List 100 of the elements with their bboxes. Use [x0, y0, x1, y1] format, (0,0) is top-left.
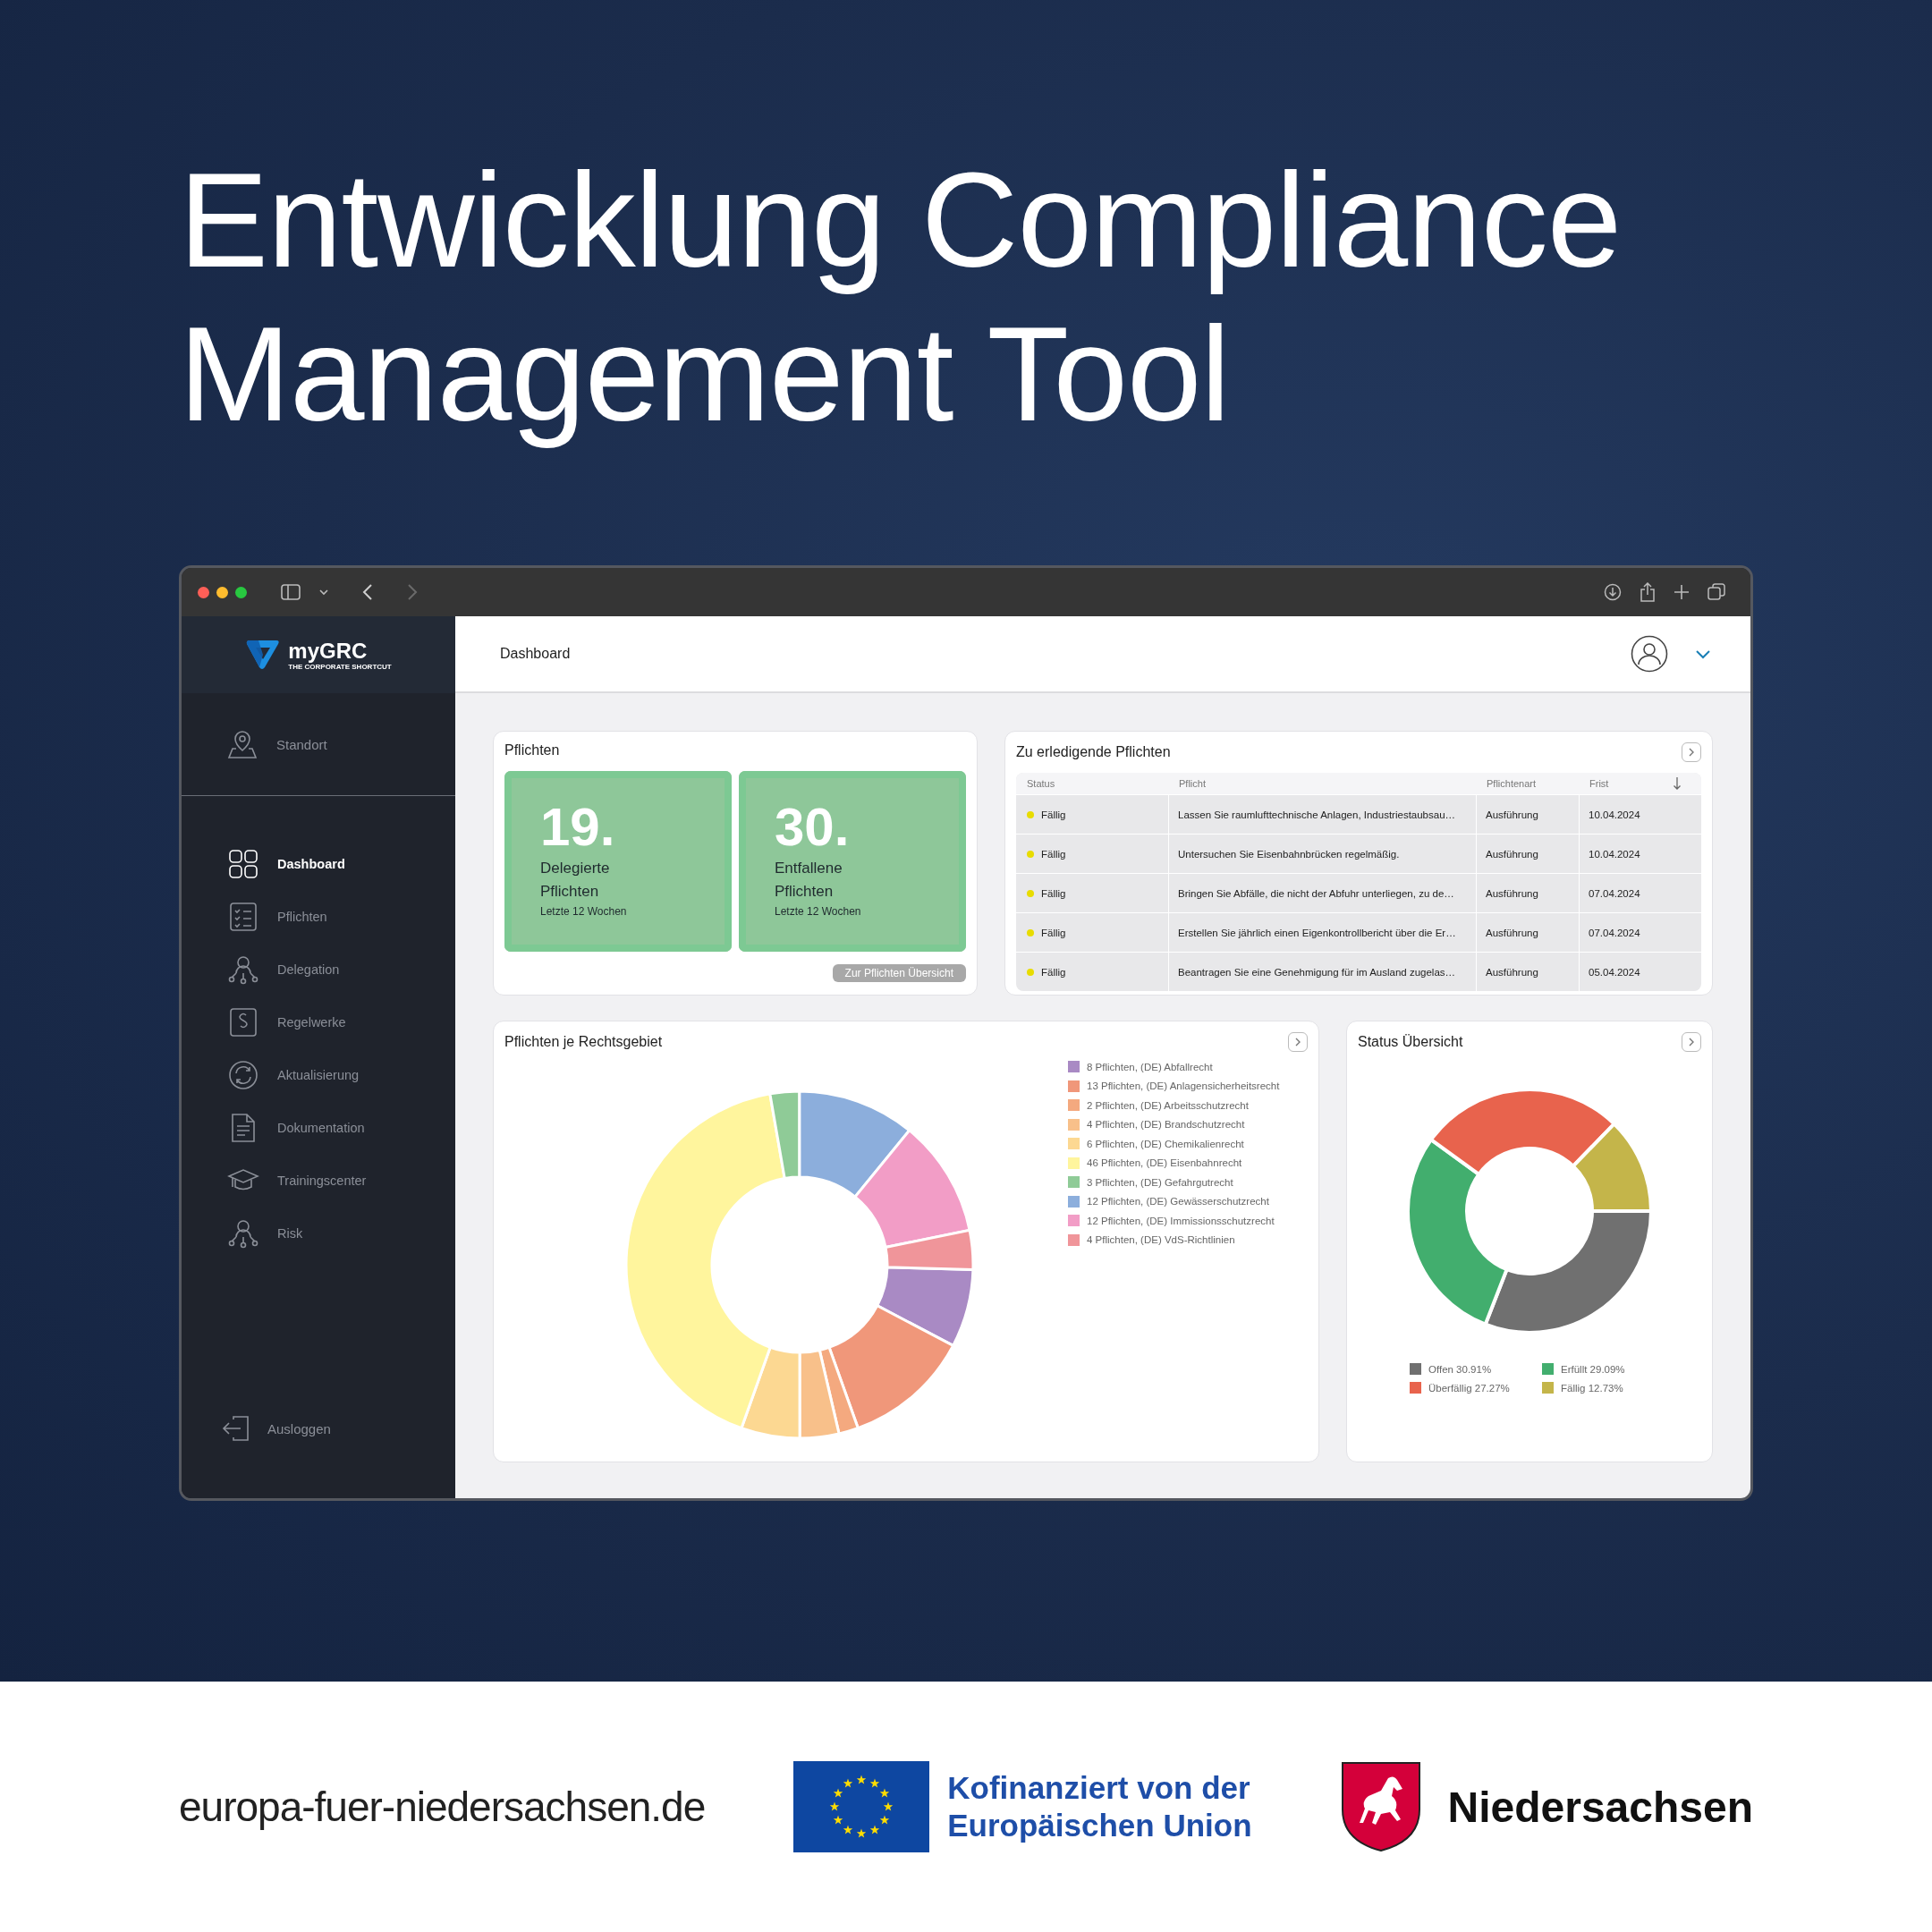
- legend-item[interactable]: Überfällig 27.27%: [1410, 1382, 1542, 1394]
- minimize-button[interactable]: [216, 586, 228, 598]
- chevron-down-icon[interactable]: [1695, 648, 1711, 659]
- eu-flag-icon: [793, 1761, 930, 1852]
- legend-item[interactable]: 4 Pflichten, (DE) Brandschutzrecht: [1068, 1118, 1280, 1131]
- legend-item[interactable]: 3 Pflichten, (DE) Gefahrgutrecht: [1068, 1176, 1280, 1188]
- back-icon[interactable]: [361, 583, 374, 601]
- chevron-right-icon: [1293, 1037, 1302, 1047]
- table-cell: 05.04.2024: [1579, 953, 1701, 991]
- cofunding-text: Europäischen Union: [947, 1807, 1252, 1844]
- stat-period: Letzte 12 Wochen: [775, 905, 861, 918]
- logo-tagline: THE CORPORATE SHORTCUT: [288, 662, 392, 671]
- table-cell: Beantragen Sie eine Genehmigung für im Ausland zugelas…: [1168, 953, 1476, 991]
- donut-slice: [884, 1228, 975, 1271]
- nav-item[interactable]: Regelwerke: [182, 996, 455, 1048]
- stat-number: 19.: [540, 801, 615, 853]
- column-header[interactable]: Status: [1016, 778, 1168, 789]
- nav-item[interactable]: Trainingscenter: [182, 1154, 455, 1207]
- legend-item[interactable]: 12 Pflichten, (DE) Immissionsschutzrecht: [1068, 1215, 1280, 1226]
- cofunding-text: Kofinanziert von der: [947, 1769, 1251, 1807]
- checklist-icon: [227, 900, 259, 933]
- close-button[interactable]: [198, 586, 209, 598]
- sort-arrow-icon[interactable]: [1673, 776, 1682, 791]
- logo-icon: [245, 639, 282, 671]
- stat-period: Letzte 12 Wochen: [540, 905, 627, 918]
- download-icon[interactable]: [1604, 583, 1622, 601]
- user-avatar-icon[interactable]: [1631, 635, 1668, 673]
- status-text: Fällig: [1041, 887, 1066, 899]
- stat-label: Delegierte Pflichten: [540, 859, 611, 902]
- legend-item[interactable]: Offen 30.91%: [1410, 1363, 1542, 1375]
- table-cell: Bringen Sie Abfälle, die nicht der Abfuhr unterliegen, zu de…: [1168, 874, 1476, 912]
- table-cell: 10.04.2024: [1579, 835, 1701, 873]
- status-dot: [1027, 928, 1034, 936]
- share-icon[interactable]: [1640, 582, 1656, 602]
- nav-item[interactable]: Delegation: [182, 943, 455, 996]
- table-row[interactable]: Fällig Untersuchen Sie Eisenbahnbrücken regelmäßig. Ausführung 10.04.2024: [1016, 834, 1701, 873]
- logout-item[interactable]: Ausloggen: [182, 1412, 455, 1445]
- table-row[interactable]: Fällig Beantragen Sie eine Genehmigung für im Ausland zugelas… Ausführung 05.04.2024: [1016, 952, 1701, 991]
- sidebar-toggle-icon[interactable]: [281, 584, 301, 600]
- paragraph-icon: [227, 1005, 259, 1038]
- card-title: Pflichten je Rechtsgebiet: [504, 1034, 663, 1050]
- table-cell: Ausführung: [1476, 874, 1579, 912]
- zoom-button[interactable]: [235, 586, 247, 598]
- nav-item[interactable]: Dokumentation: [182, 1101, 455, 1154]
- table-cell: Ausführung: [1476, 953, 1579, 991]
- table-cell: Lassen Sie raumlufttechnische Anlagen, Industriestaubsau…: [1168, 795, 1476, 834]
- table-cell: 07.04.2024: [1579, 874, 1701, 912]
- status-dot: [1027, 889, 1034, 897]
- table-row[interactable]: Fällig Bringen Sie Abfälle, die nicht der Abfuhr unterliegen, zu de… Ausführung 07.04.2024: [1016, 873, 1701, 912]
- card-title: Status Übersicht: [1358, 1034, 1463, 1050]
- headline: Management Tool: [179, 298, 1230, 451]
- table-cell: Untersuchen Sie Eisenbahnbrücken regelmäßig.: [1168, 835, 1476, 873]
- table-cell: Ausführung: [1476, 835, 1579, 873]
- status-dot: [1027, 968, 1034, 976]
- legend-item[interactable]: Fällig 12.73%: [1542, 1382, 1649, 1394]
- card-title: Zu erledigende Pflichten: [1016, 744, 1171, 760]
- status-text: Fällig: [1041, 809, 1066, 820]
- legend-item[interactable]: 2 Pflichten, (DE) Arbeitsschutzrecht: [1068, 1099, 1280, 1111]
- nav-item[interactable]: Dashboard: [182, 837, 455, 890]
- chevron-right-icon: [1687, 747, 1696, 758]
- coat-of-arms-icon: [1340, 1760, 1423, 1853]
- legend-item[interactable]: 6 Pflichten, (DE) Chemikalienrecht: [1068, 1138, 1280, 1149]
- nav-item[interactable]: Risk: [182, 1207, 455, 1259]
- map-pin-icon: [226, 728, 258, 760]
- tabs-icon[interactable]: [1707, 583, 1725, 601]
- status-dot: [1027, 850, 1034, 858]
- nav-item[interactable]: Aktualisierung: [182, 1048, 455, 1101]
- legend-item[interactable]: 46 Pflichten, (DE) Eisenbahnrecht: [1068, 1157, 1280, 1169]
- plus-icon[interactable]: [1674, 584, 1690, 600]
- table-row[interactable]: Fällig Lassen Sie raumlufttechnische Anlagen, Industriestaubsau… Ausführung 10.04.2024: [1016, 794, 1701, 834]
- status-text: Fällig: [1041, 927, 1066, 938]
- grid-icon: [227, 847, 259, 880]
- refresh-icon: [227, 1058, 259, 1091]
- status-text: Fällig: [1041, 966, 1066, 978]
- legend-item[interactable]: Erfüllt 29.09%: [1542, 1363, 1649, 1375]
- nav-item[interactable]: Pflichten: [182, 890, 455, 943]
- table-cell: Ausführung: [1476, 795, 1579, 834]
- table-row[interactable]: Fällig Erstellen Sie jährlich einen Eigenkontrollbericht über die Er… Ausführung 07.04.2024: [1016, 912, 1701, 952]
- stat-number: 30.: [775, 801, 850, 853]
- donut-slice: [853, 1129, 971, 1249]
- page-title: Dashboard: [500, 646, 572, 662]
- table-cell: 07.04.2024: [1579, 913, 1701, 952]
- status-dot: [1027, 810, 1034, 818]
- website-url: europa-fuer-niedersachsen.de: [179, 1783, 706, 1831]
- logo-wordmark: myGRC: [288, 639, 369, 663]
- column-header[interactable]: Frist: [1579, 778, 1701, 789]
- state-name: Niedersachsen: [1447, 1782, 1753, 1832]
- legend-item[interactable]: 8 Pflichten, (DE) Abfallrecht: [1068, 1061, 1280, 1072]
- legend-item[interactable]: 13 Pflichten, (DE) Anlagensicherheitsrecht: [1068, 1080, 1280, 1092]
- table-cell: Erstellen Sie jährlich einen Eigenkontrollbericht über die Er…: [1168, 913, 1476, 952]
- table-cell: Ausführung: [1476, 913, 1579, 952]
- table-cell: 10.04.2024: [1579, 795, 1701, 834]
- chevron-right-icon: [1687, 1037, 1696, 1047]
- legend-item[interactable]: 4 Pflichten, (DE) VdS-Richtlinien: [1068, 1233, 1280, 1246]
- column-header[interactable]: Pflichtenart: [1476, 778, 1579, 789]
- status-text: Fällig: [1041, 848, 1066, 860]
- chevron-down-icon[interactable]: [318, 587, 329, 597]
- stat-label: Entfallene Pflichten: [775, 859, 843, 902]
- column-header[interactable]: Pflicht: [1168, 778, 1476, 789]
- legend-item[interactable]: 12 Pflichten, (DE) Gewässerschutzrecht: [1068, 1195, 1280, 1208]
